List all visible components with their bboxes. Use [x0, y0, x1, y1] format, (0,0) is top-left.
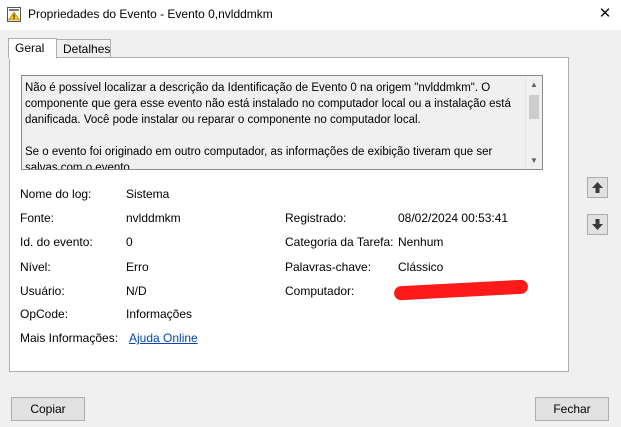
arrow-up-icon: [592, 182, 603, 193]
opcode-label: OpCode:: [20, 307, 69, 321]
tab-detalhes[interactable]: Detalhes: [56, 39, 111, 59]
copy-button-label: Copiar: [30, 402, 66, 416]
description-paragraph-2: Se o evento foi originado em outro compu…: [25, 146, 493, 170]
log-name-label: Nome do log:: [20, 187, 92, 201]
source-value: nvlddmkm: [126, 211, 181, 225]
close-button[interactable]: Fechar: [535, 397, 609, 421]
description-paragraph-1: Não é possível localizar a descrição da …: [25, 82, 511, 126]
logged-value: 08/02/2024 00:53:41: [398, 211, 509, 225]
logged-label: Registrado:: [285, 211, 347, 225]
next-event-button[interactable]: [587, 214, 608, 235]
scroll-up-icon[interactable]: ▲: [526, 76, 542, 93]
keywords-value: Clássico: [398, 260, 444, 274]
previous-event-button[interactable]: [587, 177, 608, 198]
level-label: Nível:: [20, 260, 51, 274]
title-bar: Propriedades do Evento - Evento 0,nvlddm…: [0, 0, 621, 30]
window-title: Propriedades do Evento - Evento 0,nvlddm…: [28, 7, 273, 21]
event-description-box[interactable]: Não é possível localizar a descrição da …: [21, 75, 543, 170]
task-category-value: Nenhum: [398, 235, 444, 249]
source-label: Fonte:: [20, 211, 55, 225]
scroll-down-icon[interactable]: ▼: [526, 152, 542, 169]
tab-geral[interactable]: Geral: [8, 38, 57, 59]
event-id-label: Id. do evento:: [20, 235, 93, 249]
scrollbar-thumb[interactable]: [529, 95, 539, 119]
user-value: N/D: [126, 284, 147, 298]
event-warning-icon: [7, 7, 21, 22]
close-window-button[interactable]: ✕: [594, 4, 616, 24]
event-description-text: Não é possível localizar a descrição da …: [25, 80, 525, 170]
task-category-label: Categoria da Tarefa:: [285, 235, 394, 249]
computer-label: Computador:: [285, 284, 355, 298]
more-info-label: Mais Informações:: [20, 331, 119, 345]
copy-button[interactable]: Copiar: [11, 397, 85, 421]
tab-geral-label: Geral: [15, 41, 45, 55]
tab-detalhes-label: Detalhes: [63, 42, 111, 56]
user-label: Usuário:: [20, 284, 65, 298]
level-value: Erro: [126, 260, 149, 274]
close-button-label: Fechar: [553, 402, 591, 416]
log-name-value: Sistema: [126, 187, 170, 201]
description-scrollbar[interactable]: ▲ ▼: [525, 76, 542, 169]
close-icon: ✕: [598, 5, 612, 22]
keywords-label: Palavras-chave:: [285, 260, 372, 274]
online-help-link[interactable]: Ajuda Online: [129, 331, 198, 345]
arrow-down-icon: [592, 219, 603, 230]
opcode-value: Informações: [126, 307, 193, 321]
event-id-value: 0: [126, 235, 133, 249]
